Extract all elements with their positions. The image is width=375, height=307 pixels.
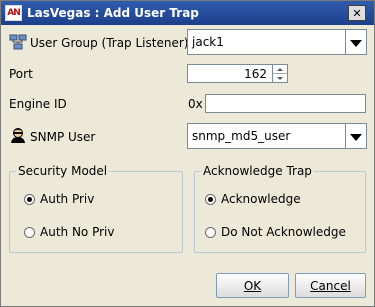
title-bar[interactable]: AN LasVegas : Add User Trap ✕ <box>1 1 374 25</box>
app-logo-icon: AN <box>5 5 22 21</box>
user-group-select[interactable]: jack1 <box>187 29 367 55</box>
cancel-button[interactable]: Cancel <box>295 273 366 298</box>
radio-unchecked-icon[interactable] <box>205 226 216 238</box>
cancel-label: Cancel <box>310 278 351 293</box>
snmp-user-label: SNMP User <box>30 130 96 144</box>
add-user-trap-dialog: AN LasVegas : Add User Trap ✕ User Group… <box>0 0 375 307</box>
snmp-user-value: snmp_md5_user <box>192 129 291 143</box>
spin-down-icon[interactable] <box>273 74 287 83</box>
user-group-value: jack1 <box>192 35 224 49</box>
acknowledge-trap-title: Acknowledge Trap <box>201 164 314 178</box>
port-label: Port <box>9 67 33 81</box>
port-stepper[interactable] <box>272 65 287 82</box>
engine-id-label: Engine ID <box>9 97 67 111</box>
ok-label: OK <box>243 278 262 293</box>
radio-checked-icon[interactable] <box>205 193 216 205</box>
ok-button[interactable]: OK <box>216 273 289 298</box>
radio-auth-no-priv[interactable]: Auth No Priv <box>24 225 114 239</box>
auth-no-priv-label: Auth No Priv <box>40 225 115 239</box>
snmp-user-select[interactable]: snmp_md5_user <box>187 123 367 149</box>
acknowledge-trap-group: Acknowledge Trap Acknowledge Do Not Ackn… <box>194 164 366 253</box>
engine-id-prefix: 0x <box>188 97 203 111</box>
engine-id-input[interactable] <box>205 94 366 113</box>
security-model-title: Security Model <box>16 164 110 178</box>
port-value: 162 <box>244 67 267 81</box>
acknowledge-label: Acknowledge <box>221 192 301 206</box>
close-button[interactable]: ✕ <box>348 5 366 21</box>
radio-unchecked-icon[interactable] <box>24 226 35 238</box>
radio-acknowledge[interactable]: Acknowledge <box>205 192 301 206</box>
radio-auth-priv[interactable]: Auth Priv <box>24 192 94 206</box>
chevron-down-icon[interactable] <box>345 124 366 148</box>
radio-do-not-acknowledge[interactable]: Do Not Acknowledge <box>205 225 346 239</box>
user-group-label: User Group (Trap Listener) <box>30 36 189 50</box>
window-title: LasVegas : Add User Trap <box>27 6 199 20</box>
network-users-icon <box>9 34 27 50</box>
chevron-down-icon[interactable] <box>345 30 366 54</box>
user-agent-icon <box>11 128 25 143</box>
port-spinner[interactable]: 162 <box>187 64 288 83</box>
do-not-acknowledge-label: Do Not Acknowledge <box>221 225 346 239</box>
spin-up-icon[interactable] <box>273 65 287 74</box>
radio-checked-icon[interactable] <box>24 193 35 205</box>
auth-priv-label: Auth Priv <box>40 192 95 206</box>
security-model-group: Security Model Auth Priv Auth No Priv <box>9 164 183 253</box>
